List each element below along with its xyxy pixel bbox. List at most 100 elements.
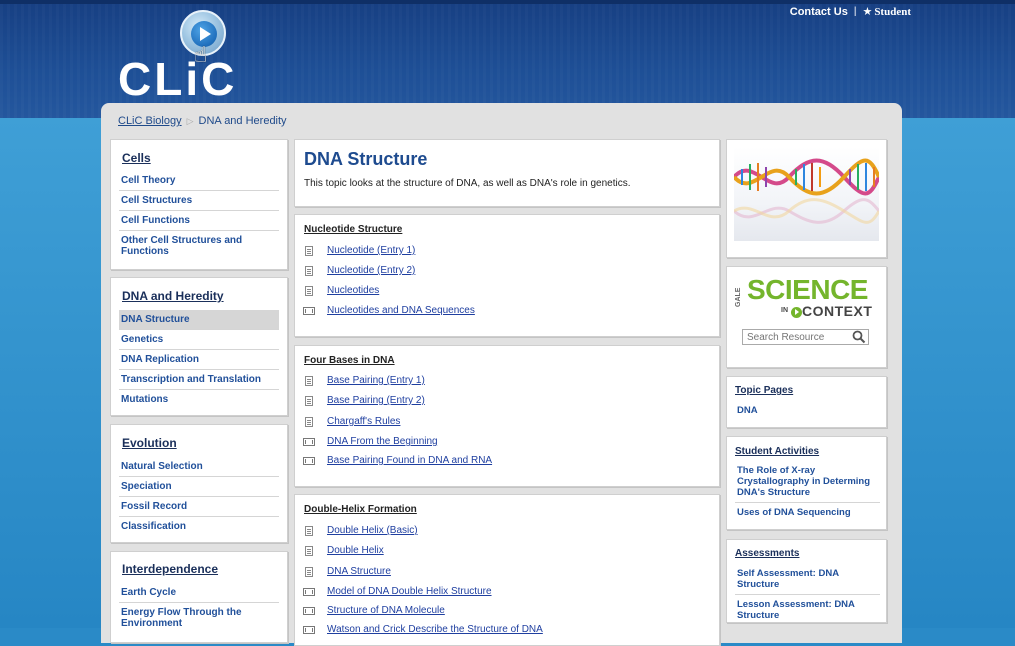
video-icon — [303, 587, 315, 596]
sidebar-item[interactable]: Genetics — [119, 330, 279, 350]
sidebar-section-title[interactable]: Interdependence — [122, 562, 218, 576]
gale-science-box: GALE SCIENCE IN CONTEXT — [726, 266, 887, 368]
contact-us-link[interactable]: Contact Us — [790, 6, 848, 18]
section-double-helix: Double-Helix Formation Double Helix (Bas… — [294, 494, 720, 646]
in-text: IN — [781, 307, 788, 314]
student-activities-title[interactable]: Student Activities — [735, 446, 819, 457]
resource-link[interactable]: Chargaff's Rules — [327, 416, 400, 427]
document-icon — [305, 416, 313, 427]
resource-link[interactable]: Watson and Crick Describe the Structure … — [327, 624, 543, 635]
document-icon — [305, 566, 313, 577]
gale-text: GALE — [735, 287, 742, 307]
gale-science-in-context-logo[interactable]: GALE SCIENCE IN CONTEXT — [735, 275, 880, 321]
video-icon — [303, 306, 315, 315]
resource-item: Model of DNA Double Helix Structure — [303, 586, 492, 597]
sidebar-section-title[interactable]: DNA and Heredity — [122, 289, 224, 303]
section-title: Four Bases in DNA — [304, 355, 395, 366]
sidebar-item[interactable]: Cell Functions — [119, 211, 279, 231]
sidebar-item[interactable]: Earth Cycle — [119, 583, 279, 603]
section-four-bases: Four Bases in DNA Base Pairing (Entry 1)… — [294, 345, 720, 487]
assessments-title[interactable]: Assessments — [735, 548, 799, 559]
play-icon — [791, 306, 802, 318]
resource-item: Nucleotide (Entry 1) — [305, 245, 415, 256]
sidebar-item[interactable]: Fossil Record — [119, 497, 279, 517]
document-icon — [305, 285, 313, 296]
resource-link[interactable]: Structure of DNA Molecule — [327, 605, 445, 616]
resource-item: Chargaff's Rules — [305, 416, 400, 427]
context-label: CONTEXT — [802, 303, 873, 319]
sidebar-item[interactable]: Cell Theory — [119, 171, 279, 191]
sidebar-section-evolution: Evolution Natural Selection Speciation F… — [110, 424, 288, 543]
section-title: Nucleotide Structure — [304, 224, 403, 235]
sidebar-section-title[interactable]: Cells — [122, 151, 151, 165]
clic-logo[interactable]: ☝ CLiC — [118, 10, 258, 102]
sidebar-item[interactable]: Energy Flow Through the Environment — [119, 603, 279, 633]
topic-pages-title[interactable]: Topic Pages — [735, 385, 793, 396]
resource-link[interactable]: Model of DNA Double Helix Structure — [327, 586, 492, 597]
sidebar-item[interactable]: Classification — [119, 517, 279, 536]
assessments-box: Assessments Self Assessment: DNA Structu… — [726, 539, 887, 623]
sidebar-section-cells: Cells Cell Theory Cell Structures Cell F… — [110, 139, 288, 270]
sidebar-item-active[interactable]: DNA Structure — [119, 310, 279, 330]
resource-link[interactable]: Nucleotides and DNA Sequences — [327, 305, 475, 316]
sidebar-item[interactable]: Natural Selection — [119, 457, 279, 477]
section-title: Double-Helix Formation — [304, 504, 417, 515]
assessment-link[interactable]: Self Assessment: DNA Structure — [735, 564, 880, 595]
topic-page-link[interactable]: DNA — [735, 401, 880, 420]
resource-item: Double Helix — [305, 545, 384, 556]
resource-item: Base Pairing (Entry 2) — [305, 395, 425, 406]
sidebar-item[interactable]: Cell Structures — [119, 191, 279, 211]
sidebar-item[interactable]: Transcription and Translation — [119, 370, 279, 390]
video-icon — [303, 456, 315, 465]
resource-link[interactable]: Base Pairing (Entry 2) — [327, 395, 425, 406]
resource-link[interactable]: Double Helix — [327, 545, 384, 556]
student-link[interactable]: Student — [874, 6, 911, 18]
document-icon — [305, 395, 313, 406]
resource-item: Base Pairing (Entry 1) — [305, 375, 425, 386]
resource-link[interactable]: DNA Structure — [327, 566, 391, 577]
sidebar-section-interdependence: Interdependence Earth Cycle Energy Flow … — [110, 551, 288, 643]
resource-item: Watson and Crick Describe the Structure … — [303, 624, 543, 635]
search-resource-input[interactable] — [742, 329, 869, 345]
resource-link[interactable]: Nucleotides — [327, 285, 379, 296]
assessment-link[interactable]: Lesson Assessment: DNA Structure — [735, 595, 880, 625]
resource-link[interactable]: Nucleotide (Entry 2) — [327, 265, 415, 276]
document-icon — [305, 525, 313, 536]
context-text: CONTEXT — [791, 303, 872, 319]
breadcrumb-arrow-icon: ▷ — [186, 115, 194, 126]
document-icon — [305, 545, 313, 556]
resource-item: DNA Structure — [305, 566, 391, 577]
resource-item: Base Pairing Found in DNA and RNA — [303, 455, 492, 466]
activity-link[interactable]: The Role of X-ray Crystallography in Det… — [735, 461, 880, 503]
page-title: DNA Structure — [304, 149, 428, 169]
section-nucleotide-structure: Nucleotide Structure Nucleotide (Entry 1… — [294, 214, 720, 337]
logo-text: CLiC — [118, 53, 238, 105]
activity-link[interactable]: Uses of DNA Sequencing — [735, 503, 880, 522]
search-icon[interactable] — [852, 330, 866, 344]
student-activities-box: Student Activities The Role of X-ray Cry… — [726, 436, 887, 530]
resource-link[interactable]: Nucleotide (Entry 1) — [327, 245, 415, 256]
video-icon — [303, 606, 315, 615]
resource-link[interactable]: Double Helix (Basic) — [327, 525, 418, 536]
breadcrumb-root-link[interactable]: CLiC Biology — [118, 115, 182, 127]
topic-header-box: DNA Structure This topic looks at the st… — [294, 139, 720, 207]
sidebar-item[interactable]: Speciation — [119, 477, 279, 497]
resource-link[interactable]: Base Pairing Found in DNA and RNA — [327, 455, 492, 466]
sidebar-section-dna-heredity: DNA and Heredity DNA Structure Genetics … — [110, 277, 288, 416]
video-icon — [303, 625, 315, 634]
document-icon — [305, 375, 313, 386]
nav-separator: | — [853, 6, 857, 17]
breadcrumb: CLiC Biology ▷ DNA and Heredity — [118, 115, 287, 127]
resource-link[interactable]: Base Pairing (Entry 1) — [327, 375, 425, 386]
page-description: This topic looks at the structure of DNA… — [304, 178, 631, 189]
sidebar-item[interactable]: DNA Replication — [119, 350, 279, 370]
sidebar-item[interactable]: Other Cell Structures and Functions — [119, 231, 279, 261]
video-icon — [303, 437, 315, 446]
dna-image-box — [726, 139, 887, 258]
document-icon — [305, 265, 313, 276]
breadcrumb-current: DNA and Heredity — [198, 115, 287, 127]
sidebar-section-title[interactable]: Evolution — [122, 436, 177, 450]
resource-link[interactable]: DNA From the Beginning — [327, 436, 438, 447]
sidebar-item[interactable]: Mutations — [119, 390, 279, 409]
resource-item: Nucleotides and DNA Sequences — [303, 305, 475, 316]
